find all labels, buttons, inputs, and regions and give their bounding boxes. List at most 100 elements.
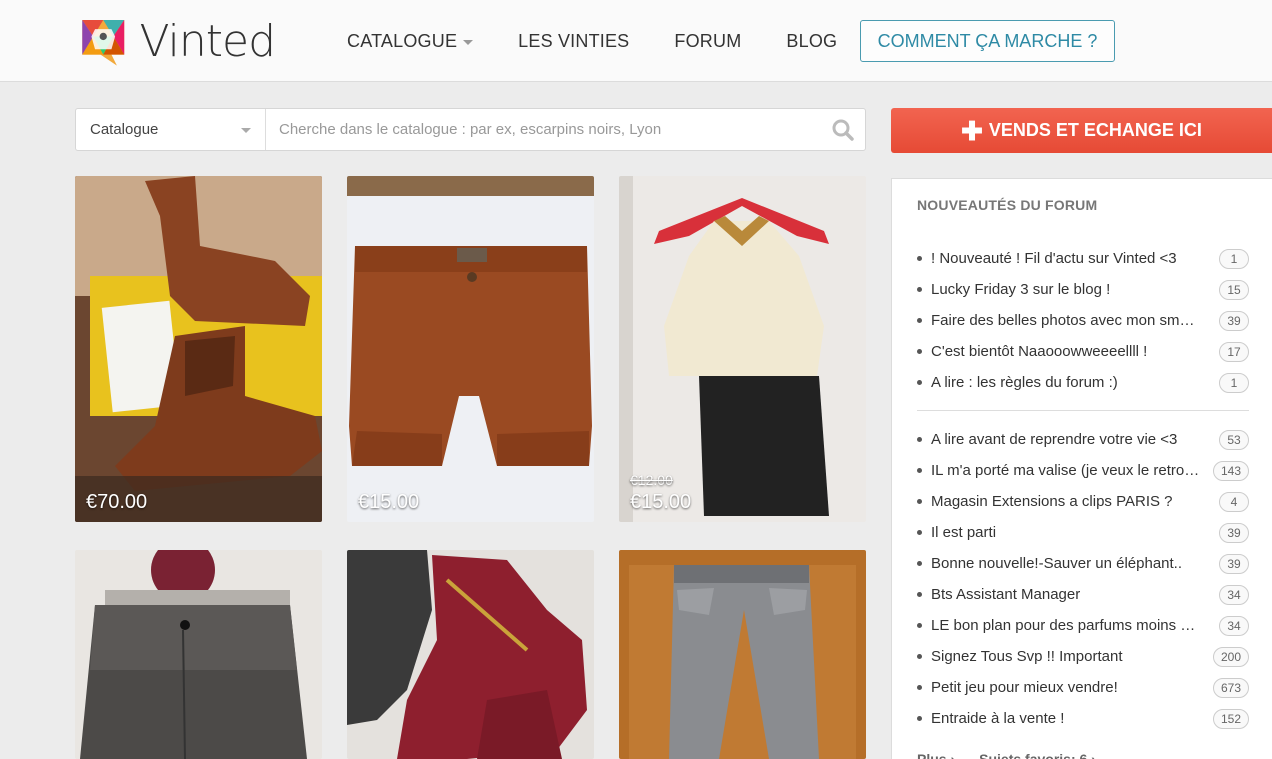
search-input[interactable] [266,109,821,150]
forum-topic-title: Lucky Friday 3 sur le blog ! [931,281,1111,298]
product-price: €15.00 [358,491,420,513]
product-image-brown-shorts [347,176,594,522]
reply-count-badge: 4 [1219,491,1249,512]
bullet-icon [917,530,922,535]
reply-count-badge: 34 [1219,615,1249,636]
bullet-icon [917,468,922,473]
logo-wordmark: Vinted [139,15,276,67]
forum-topic-title: Faire des belles photos avec mon sm… [931,312,1195,329]
reply-count-badge: 53 [1219,429,1249,450]
product-image-brown-boots [75,176,322,522]
reply-count-badge: 15 [1219,279,1249,300]
product-image-tweed-trousers [75,550,322,759]
forum-topic-title: Il est parti [931,524,997,541]
reply-count-badge: 39 [1219,310,1249,331]
chevron-down-icon [241,128,251,133]
forum-news-panel: NOUVEAUTÉS DU FORUM ! Nouveauté ! Fil d'… [891,178,1272,759]
reply-count-badge: 34 [1219,584,1249,605]
forum-topic-title: ! Nouveauté ! Fil d'actu sur Vinted <3 [931,250,1177,267]
product-old-price: €12.00 [630,472,673,488]
search-button[interactable] [821,109,865,150]
product-card[interactable]: €15.00 [347,176,594,522]
bullet-icon [917,654,922,659]
bullet-icon [917,318,922,323]
bullet-icon [917,592,922,597]
forum-topic-title: C'est bientôt Naaooowweeeellll ! [931,343,1148,360]
main-nav: CATALOGUE LES VINTIES FORUM BLOG [347,0,882,82]
forum-topic[interactable]: ! Nouveauté ! Fil d'actu sur Vinted <3 1 [917,243,1249,274]
nav-catalogue[interactable]: CATALOGUE [347,30,474,52]
search-category-select[interactable]: Catalogue [76,109,266,150]
reply-count-badge: 152 [1212,708,1249,729]
bullet-icon [917,437,922,442]
product-card[interactable]: €70.00 [75,176,322,522]
how-it-works-button[interactable]: COMMENT ÇA MARCHE ? [860,20,1115,62]
bullet-icon [917,380,922,385]
search-category-value: Catalogue [90,121,159,138]
vinted-logo[interactable]: Vinted [75,10,276,72]
bullet-icon [917,716,922,721]
forum-topic[interactable]: C'est bientôt Naaooowweeeellll ! 17 [917,336,1249,367]
product-card[interactable]: €12.00 €15.00 [619,176,866,522]
forum-topic-title: Magasin Extensions a clips PARIS ? [931,493,1173,510]
product-image-grey-jeans [619,550,866,759]
bullet-icon [917,287,922,292]
forum-topic-title: Bts Assistant Manager [931,586,1081,603]
forum-topic[interactable]: Bonne nouvelle!-Sauver un éléphant.. 39 [917,548,1249,579]
forum-topic[interactable]: IL m'a porté ma valise (je veux le retro… [917,455,1249,486]
plus-icon: ✚ [961,115,983,146]
bullet-icon [917,349,922,354]
forum-panel-title: NOUVEAUTÉS DU FORUM [917,197,1098,213]
forum-topic-title: A lire : les règles du forum :) [931,374,1118,391]
bullet-icon [917,256,922,261]
nav-catalogue-label: CATALOGUE [347,30,458,51]
product-card[interactable] [619,550,866,759]
forum-topic[interactable]: Magasin Extensions a clips PARIS ? 4 [917,486,1249,517]
forum-topic[interactable]: Bts Assistant Manager 34 [917,579,1249,610]
forum-topic-title: LE bon plan pour des parfums moins … [931,617,1196,634]
search-bar: Catalogue [75,108,866,151]
forum-topic[interactable]: A lire : les règles du forum :) 1 [917,367,1249,398]
forum-topic-title: A lire avant de reprendre votre vie <3 [931,431,1178,448]
nav-blog[interactable]: BLOG [786,31,837,52]
forum-favorites-link[interactable]: Sujets favoris: 6 › [979,751,1096,759]
sell-button-label: VENDS ET ECHANGE ICI [988,120,1202,140]
nav-les-vinties[interactable]: LES VINTIES [518,31,629,52]
nav-forum[interactable]: FORUM [674,31,741,52]
forum-topic-title: Petit jeu pour mieux vendre! [931,679,1118,696]
product-card[interactable] [347,550,594,759]
forum-more-link[interactable]: Plus › [917,751,955,759]
product-card[interactable] [75,550,322,759]
forum-footer-links: Plus › Sujets favoris: 6 › [917,751,1120,759]
reply-count-badge: 17 [1219,341,1249,362]
reply-count-badge: 143 [1212,460,1249,481]
bullet-icon [917,499,922,504]
logo-mark-icon [82,20,125,66]
forum-topic[interactable]: Signez Tous Svp !! Important 200 [917,641,1249,672]
forum-topic[interactable]: A lire avant de reprendre votre vie <3 53 [917,424,1249,455]
forum-divider [917,410,1249,411]
sell-and-swap-button[interactable]: ✚ VENDS ET ECHANGE ICI [891,108,1272,153]
reply-count-badge: 1 [1219,372,1249,393]
forum-topic[interactable]: Faire des belles photos avec mon sm… 39 [917,305,1249,336]
reply-count-badge: 673 [1212,677,1249,698]
chevron-down-icon [463,39,474,45]
product-image-red-boots [347,550,594,759]
reply-count-badge: 39 [1219,553,1249,574]
bullet-icon [917,685,922,690]
bullet-icon [917,623,922,628]
search-icon [832,119,854,141]
forum-topic-title: Bonne nouvelle!-Sauver un éléphant.. [931,555,1183,572]
forum-topic[interactable]: Entraide à la vente ! 152 [917,703,1249,734]
forum-topic[interactable]: Il est parti 39 [917,517,1249,548]
forum-topic-title: IL m'a porté ma valise (je veux le retro… [931,462,1200,479]
product-price: €70.00 [86,491,148,513]
forum-topic[interactable]: LE bon plan pour des parfums moins … 34 [917,610,1249,641]
forum-topic-title: Signez Tous Svp !! Important [931,648,1123,665]
reply-count-badge: 200 [1212,646,1249,667]
bullet-icon [917,561,922,566]
forum-topic-list-recent: A lire avant de reprendre votre vie <3 53… [917,424,1249,734]
forum-topic[interactable]: Lucky Friday 3 sur le blog ! 15 [917,274,1249,305]
reply-count-badge: 1 [1219,248,1249,269]
forum-topic[interactable]: Petit jeu pour mieux vendre! 673 [917,672,1249,703]
